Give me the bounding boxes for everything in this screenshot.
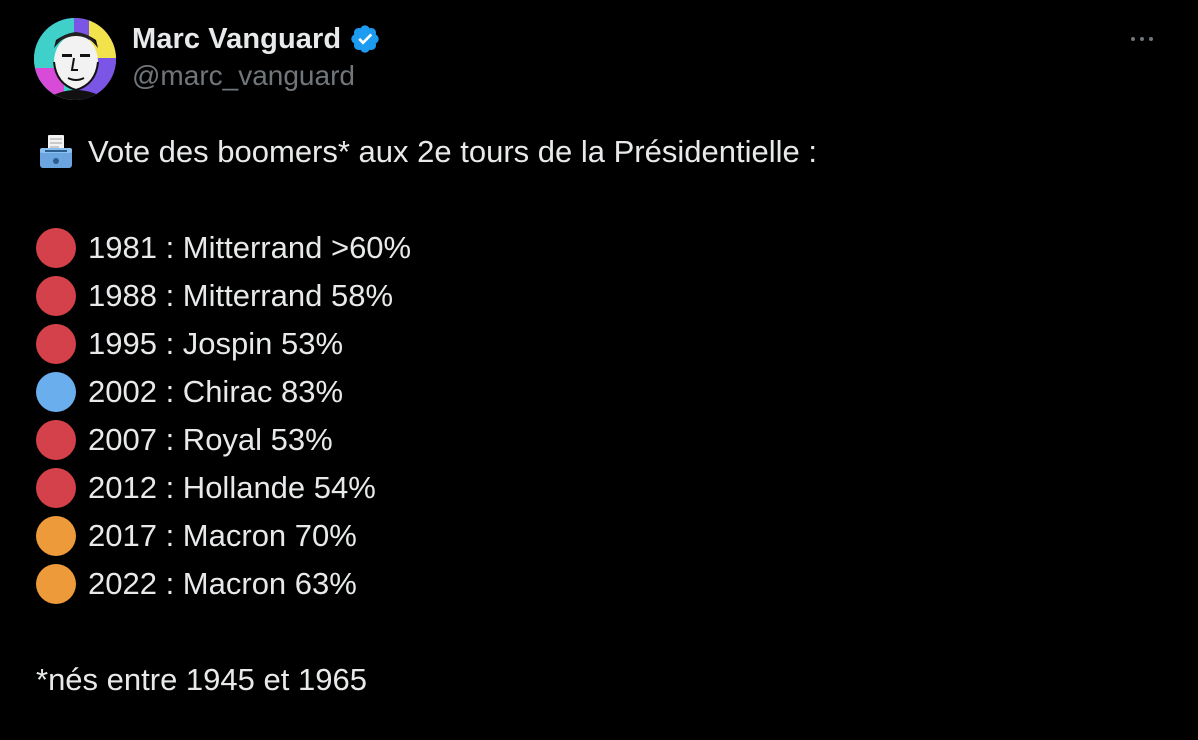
colored-circle-icon: [36, 276, 76, 316]
result-line: 1981 : Mitterrand >60%: [36, 224, 817, 272]
author-handle[interactable]: @marc_vanguard: [132, 60, 381, 92]
result-text: 2012 : Hollande 54%: [88, 470, 376, 505]
tweet-text: Vote des boomers* aux 2e tours de la Pré…: [36, 128, 817, 704]
result-line: 2017 : Macron 70%: [36, 512, 817, 560]
colored-circle-icon: [36, 516, 76, 556]
colored-circle-icon: [36, 372, 76, 412]
result-line: 2002 : Chirac 83%: [36, 368, 817, 416]
colored-circle-icon: [36, 468, 76, 508]
tweet-title-line: Vote des boomers* aux 2e tours de la Pré…: [36, 128, 817, 176]
tweet[interactable]: Marc Vanguard @marc_vanguard Vote des bo…: [0, 0, 1198, 740]
result-line: 1995 : Jospin 53%: [36, 320, 817, 368]
colored-circle-icon: [36, 564, 76, 604]
colored-circle-icon: [36, 420, 76, 460]
colored-circle-icon: [36, 324, 76, 364]
result-text: 2002 : Chirac 83%: [88, 374, 344, 409]
author-display-name[interactable]: Marc Vanguard: [132, 23, 341, 56]
result-text: 2022 : Macron 63%: [88, 566, 357, 601]
result-text: 2007 : Royal 53%: [88, 422, 333, 457]
result-text: 1988 : Mitterrand 58%: [88, 278, 394, 313]
avatar-portrait: [34, 18, 116, 100]
result-line: 2012 : Hollande 54%: [36, 464, 817, 512]
result-text: 1995 : Jospin 53%: [88, 326, 344, 361]
author-avatar[interactable]: [34, 18, 116, 100]
result-text: 1981 : Mitterrand >60%: [88, 230, 412, 265]
result-line: 2022 : Macron 63%: [36, 560, 817, 608]
result-line: 2007 : Royal 53%: [36, 416, 817, 464]
results-list: 1981 : Mitterrand >60% 1988 : Mitterrand …: [36, 224, 817, 608]
footnote: *nés entre 1945 et 1965: [36, 662, 367, 697]
more-options-icon[interactable]: [1122, 22, 1162, 56]
colored-circle-icon: [36, 228, 76, 268]
verified-badge-icon[interactable]: [349, 23, 381, 55]
name-row: Marc Vanguard: [132, 20, 381, 58]
tweet-title: Vote des boomers* aux 2e tours de la Pré…: [88, 134, 817, 169]
result-line: 1988 : Mitterrand 58%: [36, 272, 817, 320]
ballot-box-icon: [36, 132, 76, 172]
result-text: 2017 : Macron 70%: [88, 518, 357, 553]
author-info: Marc Vanguard @marc_vanguard: [132, 20, 381, 92]
